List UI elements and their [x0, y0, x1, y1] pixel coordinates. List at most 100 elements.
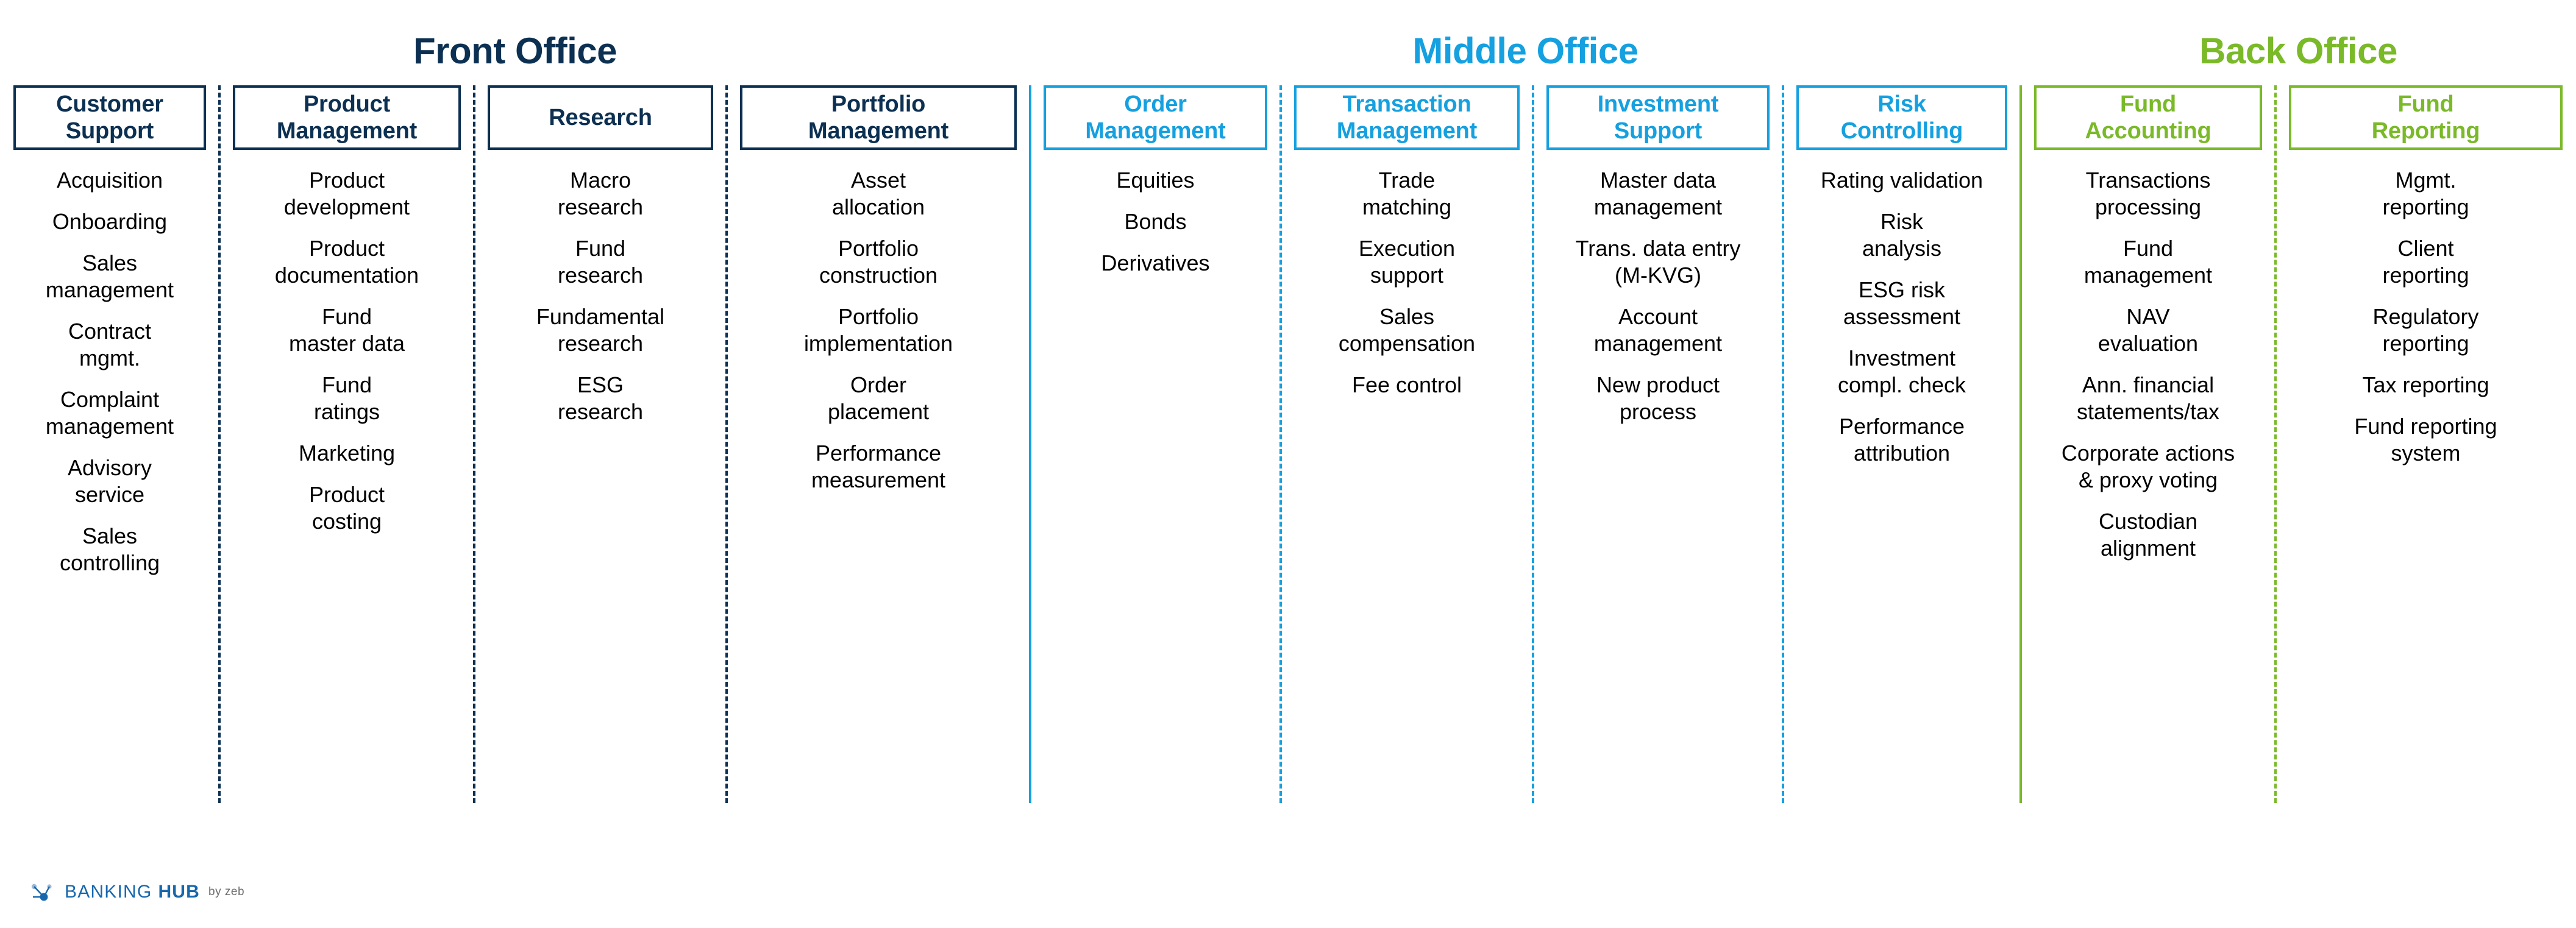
- list-item[interactable]: Fund ratings: [308, 372, 386, 425]
- logo-text-hub: HUB: [158, 882, 201, 902]
- list-item[interactable]: Transactions processing: [2080, 167, 2217, 221]
- column-product-management[interactable]: Product Management Product development P…: [219, 85, 475, 804]
- section-middle-office: Order Management Equities Bonds Derivati…: [1029, 85, 2021, 804]
- list-item[interactable]: Fund reporting system: [2348, 413, 2503, 467]
- column-header-label: Fund Reporting: [2371, 91, 2480, 144]
- list-item[interactable]: Acquisition: [51, 167, 169, 194]
- column-order-management[interactable]: Order Management Equities Bonds Derivati…: [1030, 85, 1282, 804]
- list-item[interactable]: Order placement: [822, 372, 935, 425]
- column-header-label: Risk Controlling: [1840, 91, 1963, 144]
- section-back-office: Fund Accounting Transactions processing …: [2019, 85, 2576, 804]
- column-header-label: Research: [549, 105, 652, 130]
- list-item[interactable]: Regulatory reporting: [2366, 303, 2485, 357]
- list-item[interactable]: Marketing: [293, 440, 401, 467]
- list-item[interactable]: Product costing: [303, 481, 391, 535]
- list-item[interactable]: Trade matching: [1356, 167, 1457, 221]
- list-item[interactable]: Performance attribution: [1833, 413, 1971, 467]
- list-item[interactable]: Fund management: [2078, 235, 2218, 289]
- column-items-portfolio-management: Asset allocation Portfolio construction …: [727, 150, 1030, 508]
- column-header-label: Customer Support: [56, 91, 163, 144]
- list-item[interactable]: ESG risk assessment: [1837, 277, 1966, 330]
- column-investment-support[interactable]: Investment Support Master data managemen…: [1533, 85, 1784, 804]
- list-item[interactable]: Mgmt. reporting: [2376, 167, 2475, 221]
- list-item[interactable]: Fee control: [1346, 372, 1468, 398]
- column-header-fund-accounting[interactable]: Fund Accounting: [2034, 85, 2262, 150]
- column-header-label: Fund Accounting: [2085, 91, 2211, 144]
- list-item[interactable]: Macro research: [552, 167, 649, 221]
- column-items-customer-support: Acquisition Onboarding Sales management …: [0, 150, 219, 591]
- list-item[interactable]: Fund research: [552, 235, 649, 289]
- column-transaction-management[interactable]: Transaction Management Trade matching Ex…: [1281, 85, 1534, 804]
- list-item[interactable]: Rating validation: [1815, 167, 1989, 194]
- list-item[interactable]: Advisory service: [62, 455, 158, 508]
- section-title-back-office: Back Office: [2199, 30, 2397, 71]
- column-header-fund-reporting[interactable]: Fund Reporting: [2289, 85, 2563, 150]
- list-item[interactable]: Contract mgmt.: [62, 318, 157, 372]
- column-header-risk-controlling[interactable]: Risk Controlling: [1796, 85, 2007, 150]
- column-fund-accounting[interactable]: Fund Accounting Transactions processing …: [2021, 85, 2277, 804]
- column-portfolio-management[interactable]: Portfolio Management Asset allocation Po…: [727, 85, 1030, 804]
- list-item[interactable]: Fundamental research: [530, 303, 671, 357]
- capability-map: Customer Support Acquisition Onboarding …: [0, 85, 2576, 804]
- list-item[interactable]: ESG research: [552, 372, 649, 425]
- column-research[interactable]: Research Macro research Fund research Fu…: [474, 85, 728, 804]
- column-header-label: Investment Support: [1597, 91, 1719, 144]
- column-header-portfolio-management[interactable]: Portfolio Management: [740, 85, 1017, 150]
- column-header-transaction-management[interactable]: Transaction Management: [1294, 85, 1520, 150]
- column-items-order-management: Equities Bonds Derivatives: [1030, 150, 1281, 291]
- list-item[interactable]: Product development: [278, 167, 416, 221]
- list-item[interactable]: Portfolio implementation: [798, 303, 959, 357]
- list-item[interactable]: Investment compl. check: [1832, 345, 1972, 398]
- column-header-order-management[interactable]: Order Management: [1044, 85, 1267, 150]
- list-item[interactable]: Derivatives: [1095, 250, 1215, 277]
- list-item[interactable]: Account management: [1588, 303, 1728, 357]
- list-item[interactable]: Product documentation: [269, 235, 425, 289]
- list-item[interactable]: Fund master data: [283, 303, 411, 357]
- list-item[interactable]: Master data management: [1588, 167, 1728, 221]
- network-node-icon: [31, 884, 52, 901]
- column-customer-support[interactable]: Customer Support Acquisition Onboarding …: [0, 85, 221, 804]
- list-item[interactable]: Performance measurement: [805, 440, 952, 494]
- list-item[interactable]: Trans. data entry (M-KVG): [1570, 235, 1747, 289]
- section-title-front-office: Front Office: [413, 30, 617, 71]
- list-item[interactable]: Bonds: [1118, 208, 1192, 235]
- list-item[interactable]: Execution support: [1353, 235, 1461, 289]
- column-fund-reporting[interactable]: Fund Reporting Mgmt. reporting Client re…: [2275, 85, 2576, 804]
- list-item[interactable]: Corporate actions & proxy voting: [2055, 440, 2241, 494]
- column-header-investment-support[interactable]: Investment Support: [1546, 85, 1770, 150]
- slide-root: Front Office Middle Office Back Office C…: [0, 0, 2576, 928]
- logo-text-banking: BANKING: [65, 882, 152, 902]
- section-front-office: Customer Support Acquisition Onboarding …: [0, 85, 1030, 804]
- section-title-middle-office: Middle Office: [1412, 30, 1638, 71]
- list-item[interactable]: Sales controlling: [54, 523, 166, 576]
- column-risk-controlling[interactable]: Risk Controlling Rating validation Risk …: [1783, 85, 2021, 804]
- list-item[interactable]: Sales compensation: [1332, 303, 1481, 357]
- column-items-fund-reporting: Mgmt. reporting Client reporting Regulat…: [2275, 150, 2576, 481]
- list-item[interactable]: Client reporting: [2376, 235, 2475, 289]
- column-header-label: Order Management: [1085, 91, 1226, 144]
- list-item[interactable]: Equities: [1110, 167, 1200, 194]
- list-item[interactable]: NAV evaluation: [2092, 303, 2204, 357]
- list-item[interactable]: Ann. financial statements/tax: [2071, 372, 2226, 425]
- column-header-research[interactable]: Research: [488, 85, 713, 150]
- banking-hub-logo[interactable]: BANKING HUB by zeb: [29, 878, 244, 906]
- list-item[interactable]: Sales management: [40, 250, 180, 303]
- column-items-transaction-management: Trade matching Execution support Sales c…: [1281, 150, 1533, 413]
- column-header-label: Transaction Management: [1336, 91, 1478, 144]
- list-item[interactable]: Custodian alignment: [2093, 508, 2204, 562]
- list-item[interactable]: Risk analysis: [1856, 208, 1948, 262]
- list-item[interactable]: New product process: [1590, 372, 1726, 425]
- column-header-product-management[interactable]: Product Management: [233, 85, 461, 150]
- column-items-fund-accounting: Transactions processing Fund management …: [2021, 150, 2275, 576]
- column-header-label: Portfolio Management: [808, 91, 949, 144]
- section-titles-row: Front Office Middle Office Back Office: [0, 29, 2576, 73]
- list-item[interactable]: Tax reporting: [2356, 372, 2495, 398]
- column-items-research: Macro research Fund research Fundamental…: [474, 150, 727, 440]
- list-item[interactable]: Portfolio construction: [813, 235, 944, 289]
- column-items-product-management: Product development Product documentatio…: [219, 150, 474, 550]
- list-item[interactable]: Onboarding: [46, 208, 173, 235]
- column-header-customer-support[interactable]: Customer Support: [13, 85, 206, 150]
- list-item[interactable]: Asset allocation: [826, 167, 931, 221]
- list-item[interactable]: Complaint management: [40, 386, 180, 440]
- logo-text-byline: by zeb: [208, 885, 245, 898]
